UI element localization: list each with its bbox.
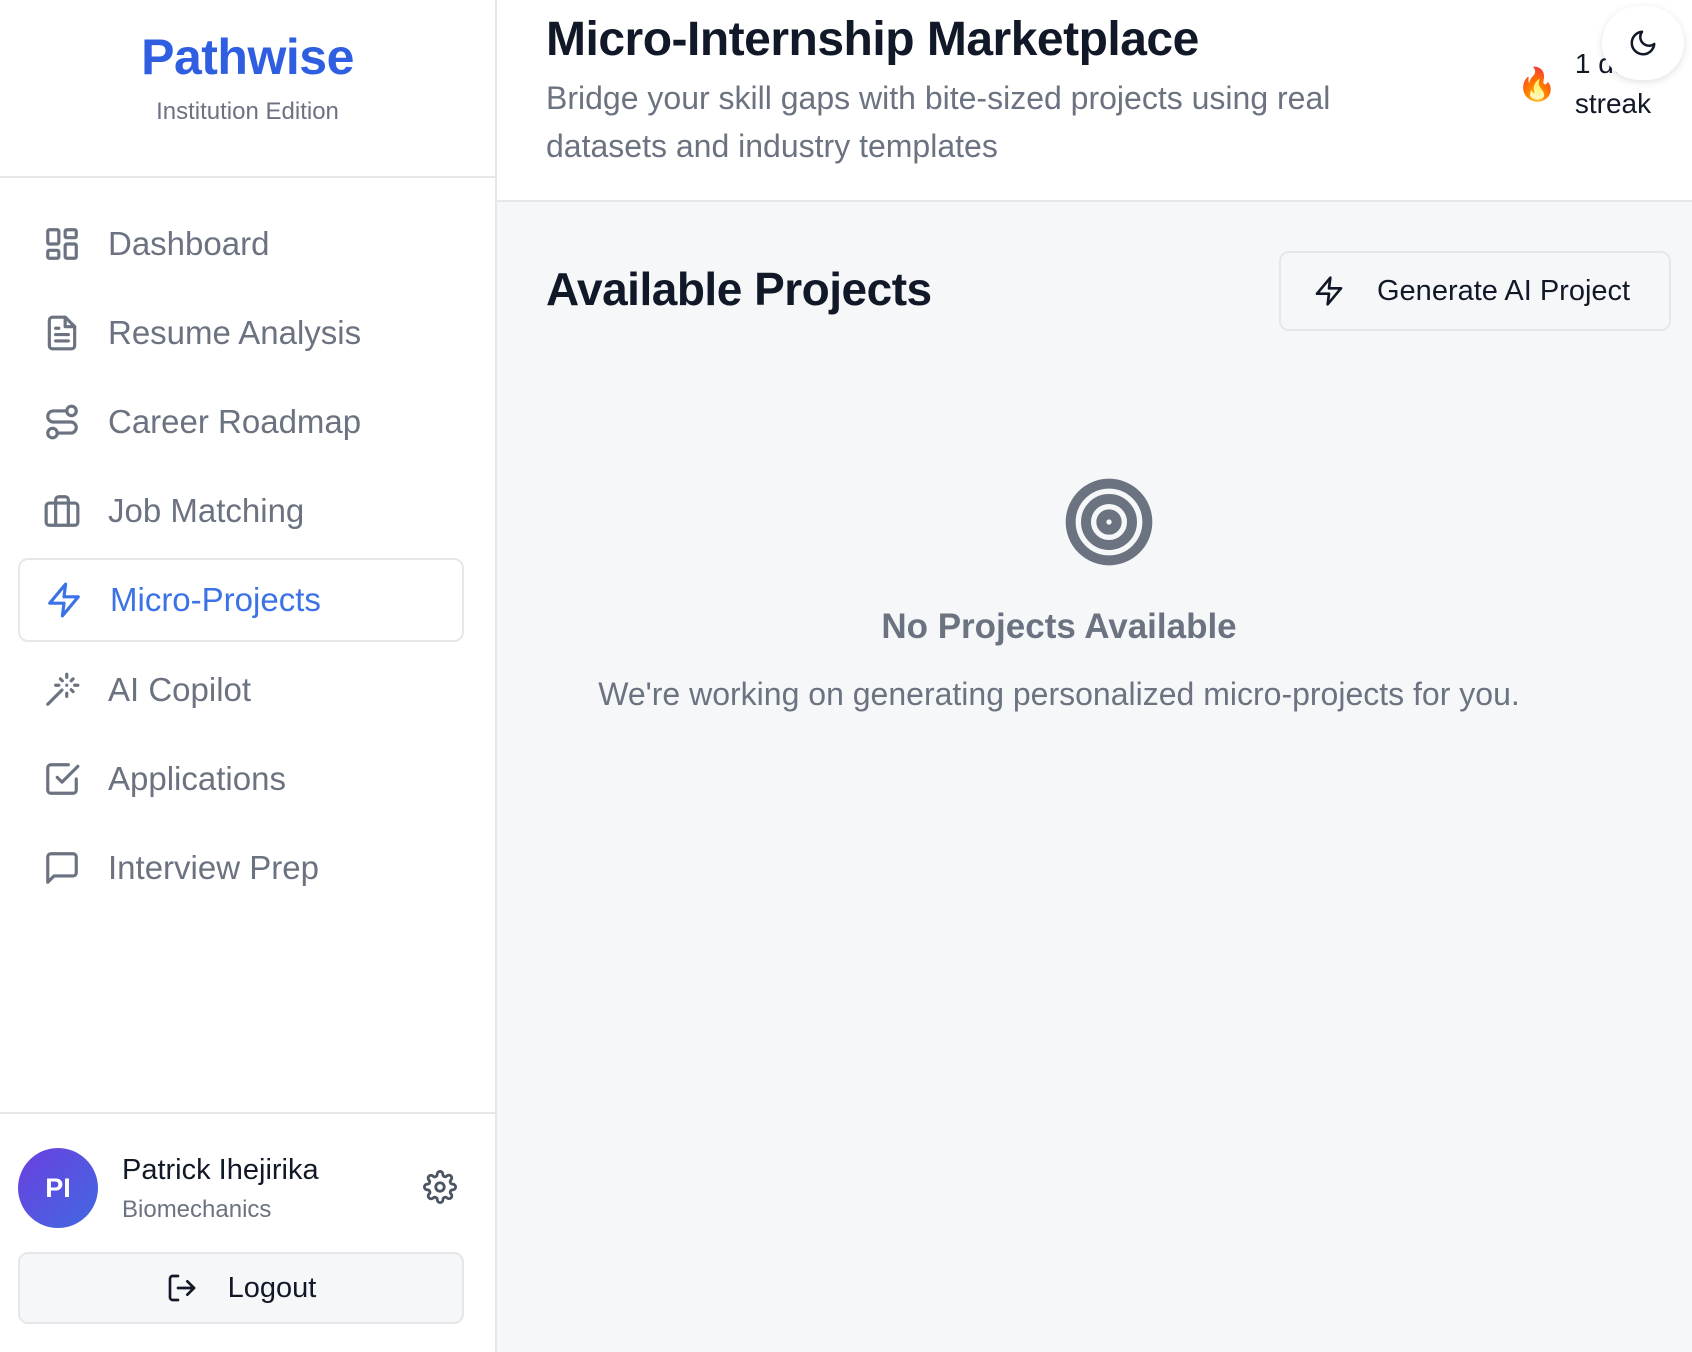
- user-name: Patrick Ihejirika: [122, 1154, 319, 1186]
- logout-icon: [168, 1274, 195, 1302]
- moon-icon: [1630, 30, 1656, 56]
- avatar[interactable]: PI: [18, 1148, 98, 1228]
- chat-bubble-icon: [42, 848, 82, 888]
- route-icon: [42, 402, 82, 442]
- brand-edition: Institution Edition: [156, 98, 339, 125]
- sidebar-item-interview-prep[interactable]: Interview Prep: [18, 826, 464, 910]
- generate-button-label: Generate AI Project: [1377, 274, 1631, 307]
- logout-button[interactable]: Logout: [18, 1252, 464, 1324]
- sidebar-item-micro-projects[interactable]: Micro-Projects: [18, 558, 464, 642]
- generate-ai-project-button[interactable]: Generate AI Project: [1279, 251, 1671, 331]
- sidebar-item-label: Applications: [108, 760, 286, 797]
- sidebar-item-resume-analysis[interactable]: Resume Analysis: [18, 291, 464, 375]
- sidebar-item-job-matching[interactable]: Job Matching: [18, 469, 464, 553]
- brand: Pathwise Institution Edition: [0, 0, 495, 178]
- page-header: Micro-Internship Marketplace Bridge your…: [497, 0, 1692, 202]
- sidebar-item-label: AI Copilot: [108, 671, 252, 708]
- brand-name[interactable]: Pathwise: [0, 28, 495, 86]
- sidebar: Pathwise Institution Edition Dashboard R…: [0, 0, 497, 1352]
- briefcase-icon: [42, 491, 82, 531]
- settings-gear-icon[interactable]: [423, 1170, 457, 1204]
- user-department: Biomechanics: [122, 1196, 272, 1223]
- sidebar-item-label: Micro-Projects: [110, 581, 321, 618]
- sidebar-item-applications[interactable]: Applications: [18, 737, 464, 821]
- sidebar-item-label: Interview Prep: [108, 849, 319, 886]
- sidebar-item-career-roadmap[interactable]: Career Roadmap: [18, 380, 464, 464]
- section-title: Available Projects: [546, 263, 932, 315]
- empty-state-title: No Projects Available: [881, 607, 1237, 646]
- sidebar-item-ai-copilot[interactable]: AI Copilot: [18, 648, 464, 732]
- page-title: Micro-Internship Marketplace: [546, 13, 1199, 66]
- empty-state-text: We're working on generating personalized…: [598, 676, 1520, 712]
- logout-label: Logout: [227, 1271, 317, 1304]
- checkbox-icon: [42, 759, 82, 799]
- sidebar-item-dashboard[interactable]: Dashboard: [18, 202, 464, 286]
- streak-label: streak: [1574, 88, 1652, 119]
- theme-toggle-button[interactable]: [1602, 6, 1684, 80]
- lightning-icon: [44, 580, 84, 620]
- app-root: Pathwise Institution Edition Dashboard R…: [0, 0, 1692, 1352]
- sidebar-item-label: Career Roadmap: [108, 403, 362, 440]
- page-subtitle: Bridge your skill gaps with bite-sized p…: [546, 80, 1331, 164]
- dashboard-icon: [42, 224, 82, 264]
- user-panel: PI Patrick Ihejirika Biomechanics Logout: [0, 1112, 497, 1352]
- document-icon: [42, 313, 82, 353]
- sidebar-item-label: Dashboard: [108, 225, 270, 262]
- sidebar-item-label: Resume Analysis: [108, 314, 362, 351]
- fire-icon: 🔥: [1517, 66, 1557, 102]
- lightning-icon: [1315, 276, 1343, 306]
- target-icon: [1063, 476, 1155, 568]
- sidebar-item-label: Job Matching: [108, 492, 305, 529]
- main-content: Available Projects Generate AI Project N…: [497, 202, 1692, 1352]
- magic-wand-icon: [42, 670, 82, 710]
